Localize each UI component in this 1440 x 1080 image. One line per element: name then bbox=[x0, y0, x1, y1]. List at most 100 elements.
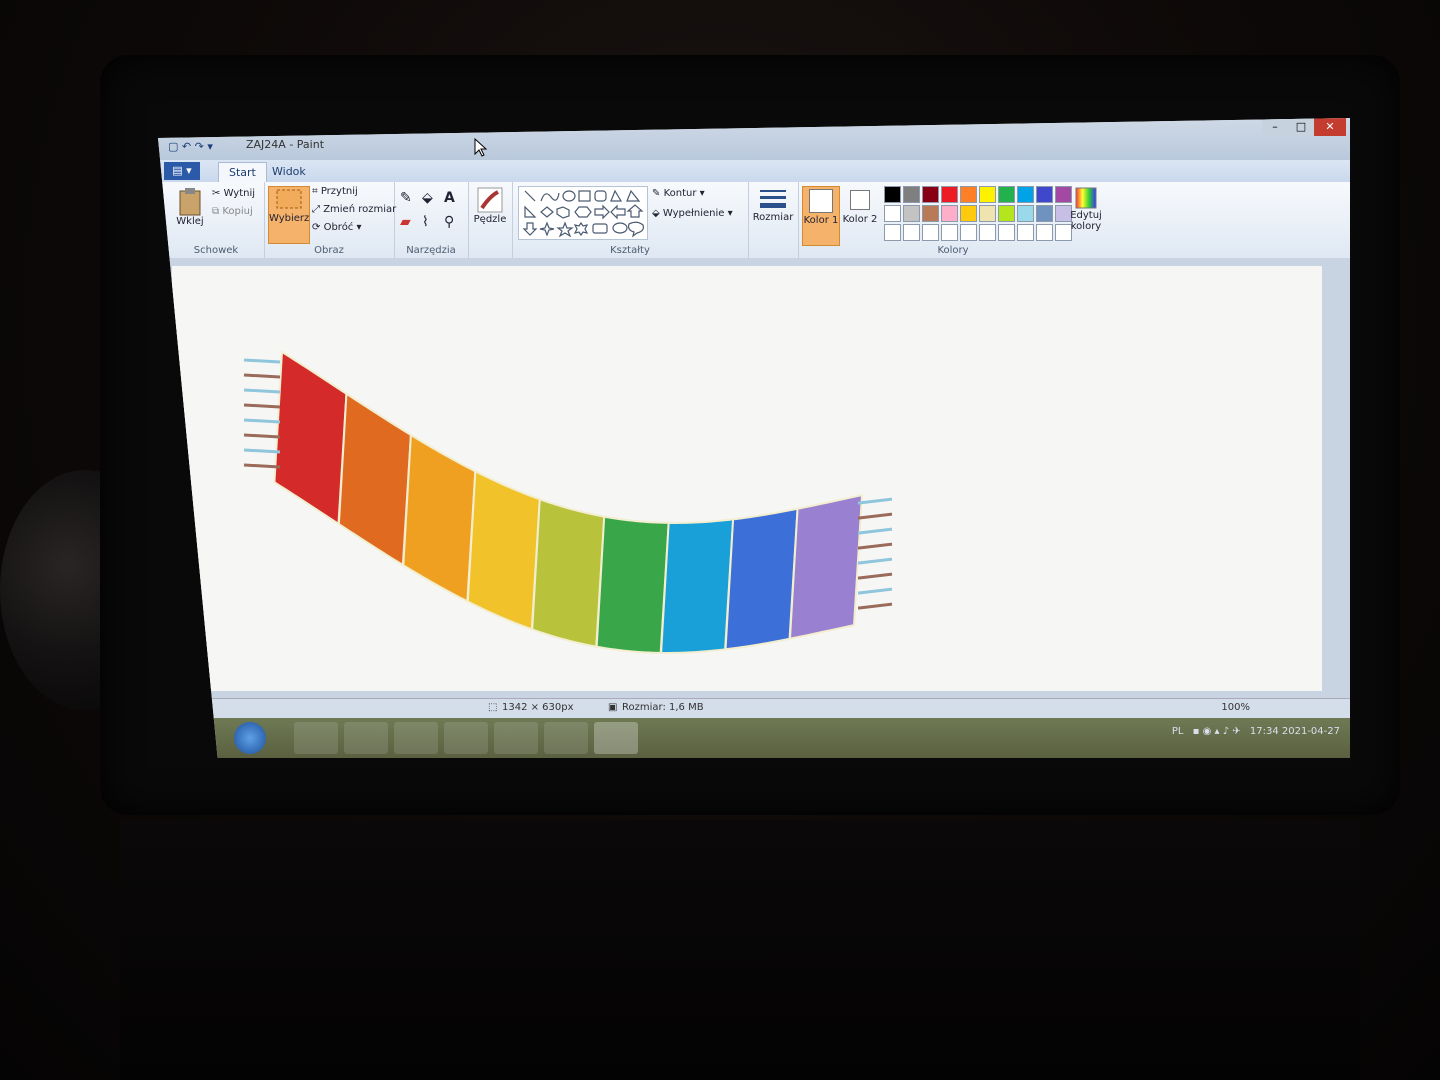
explorer-icon[interactable] bbox=[344, 722, 388, 754]
rotate-button[interactable]: ⟳ Obróć ▾ bbox=[312, 222, 362, 233]
text-button[interactable]: A bbox=[444, 190, 455, 206]
magnifier-button[interactable]: ⚲ bbox=[444, 214, 454, 230]
fringe-left bbox=[243, 433, 281, 439]
start-button[interactable] bbox=[234, 722, 266, 754]
fringe-right bbox=[857, 497, 893, 505]
clipboard-group-label: Schowek bbox=[193, 245, 239, 256]
status-bar: ⬚ 1342 × 630px ▣ Rozmiar: 1,6 MB 100% bbox=[158, 698, 1350, 719]
paste-label: Wklej bbox=[176, 216, 204, 227]
color-swatch[interactable] bbox=[884, 186, 901, 203]
color-swatch[interactable] bbox=[979, 224, 996, 241]
app-icon[interactable] bbox=[494, 722, 538, 754]
color-swatch[interactable] bbox=[922, 205, 939, 222]
line-width-icon bbox=[760, 190, 786, 208]
fringe-left bbox=[243, 388, 281, 394]
color-swatch[interactable] bbox=[941, 224, 958, 241]
color-swatch[interactable] bbox=[1036, 224, 1053, 241]
scarf-stripe bbox=[595, 515, 670, 654]
color-picker-button[interactable]: ⌇ bbox=[422, 214, 429, 230]
quick-access-toolbar[interactable]: ▢ ↶ ↷ ▾ bbox=[168, 140, 213, 153]
folder-icon[interactable] bbox=[544, 722, 588, 754]
color-swatch[interactable] bbox=[998, 186, 1015, 203]
brushes-button[interactable]: Pędzle bbox=[472, 186, 508, 225]
scarf-stripe bbox=[531, 497, 606, 648]
copy-button[interactable]: ⧉ Kopiuj bbox=[212, 206, 253, 217]
color-swatch[interactable] bbox=[998, 205, 1015, 222]
clock-date[interactable]: 2021-04-27 bbox=[1282, 726, 1340, 737]
color-swatch[interactable] bbox=[903, 205, 920, 222]
crop-button[interactable]: ⌗ Przytnij bbox=[312, 186, 358, 197]
color-swatch[interactable] bbox=[960, 186, 977, 203]
tab-view[interactable]: Widok bbox=[262, 162, 316, 182]
color-swatch[interactable] bbox=[941, 205, 958, 222]
color-swatch[interactable] bbox=[998, 224, 1015, 241]
color-swatch[interactable] bbox=[884, 205, 901, 222]
pencil-button[interactable]: ✎ bbox=[400, 190, 412, 206]
tab-start[interactable]: Start bbox=[218, 162, 267, 183]
drawing-canvas[interactable] bbox=[172, 266, 1322, 691]
maximize-button[interactable]: □ bbox=[1288, 118, 1314, 136]
file-menu-button[interactable]: ▤ ▾ bbox=[164, 162, 200, 180]
outline-label: Kontur ▾ bbox=[663, 188, 705, 199]
media-player-icon[interactable] bbox=[294, 722, 338, 754]
color-swatch[interactable] bbox=[979, 205, 996, 222]
edit-colors-button[interactable]: Edytuj kolory bbox=[1066, 186, 1106, 232]
shapes-gallery[interactable] bbox=[518, 186, 648, 240]
close-button[interactable]: ✕ bbox=[1314, 118, 1346, 136]
ie-browser-icon[interactable] bbox=[394, 722, 438, 754]
select-icon bbox=[276, 189, 302, 209]
color-swatch[interactable] bbox=[1036, 205, 1053, 222]
fringe-left bbox=[243, 418, 281, 424]
color-palette bbox=[884, 186, 1084, 246]
color-swatch[interactable] bbox=[903, 186, 920, 203]
resize-button[interactable]: ⤢ Zmień rozmiar bbox=[312, 204, 396, 215]
color-swatch[interactable] bbox=[884, 224, 901, 241]
color-swatch[interactable] bbox=[922, 186, 939, 203]
clipboard-icon bbox=[179, 188, 201, 216]
color2-label: Kolor 2 bbox=[842, 214, 878, 225]
file-size: Rozmiar: 1,6 MB bbox=[622, 702, 704, 713]
clock-time[interactable]: 17:34 bbox=[1250, 726, 1279, 737]
size-button[interactable]: Rozmiar bbox=[752, 186, 794, 223]
tools-group: ✎ ⬙ A ▰ ⌇ ⚲ Narzędzia bbox=[394, 182, 469, 258]
paint-taskbar-icon[interactable] bbox=[594, 722, 638, 754]
color-swatch[interactable] bbox=[1017, 224, 1034, 241]
edit-colors-label: Edytuj kolory bbox=[1070, 210, 1102, 232]
ribbon: Wklej ✂ Wytnij ⧉ Kopiuj Schowek Wybierz … bbox=[158, 182, 1350, 259]
image-dimensions: 1342 × 630px bbox=[502, 702, 574, 713]
language-indicator[interactable]: PL bbox=[1172, 726, 1184, 737]
size-group: Rozmiar bbox=[748, 182, 799, 258]
eraser-button[interactable]: ▰ bbox=[400, 214, 411, 230]
color-swatch[interactable] bbox=[1036, 186, 1053, 203]
color-swatch[interactable] bbox=[922, 224, 939, 241]
color-swatch[interactable] bbox=[1017, 205, 1034, 222]
shapes-icons bbox=[522, 189, 644, 238]
fill-shape-button[interactable]: ⬙ Wypełnienie ▾ bbox=[652, 208, 733, 219]
tray-icons[interactable]: ▪ ◉ ▴ ♪ ✈ bbox=[1193, 726, 1241, 737]
system-tray: PL ▪ ◉ ▴ ♪ ✈ 17:34 2021-04-27 bbox=[1172, 726, 1340, 737]
mouse-cursor-icon bbox=[474, 138, 488, 157]
fill-button[interactable]: ⬙ bbox=[422, 190, 433, 206]
brush-icon bbox=[477, 187, 503, 213]
image-group-label: Obraz bbox=[314, 245, 344, 256]
fringe-right bbox=[857, 587, 893, 595]
color-swatch[interactable] bbox=[979, 186, 996, 203]
outline-button[interactable]: ✎ Kontur ▾ bbox=[652, 188, 705, 199]
color-swatch[interactable] bbox=[903, 224, 920, 241]
rotate-icon: ⟳ bbox=[312, 222, 321, 233]
chrome-icon[interactable] bbox=[444, 722, 488, 754]
select-button[interactable]: Wybierz bbox=[268, 186, 310, 244]
cut-label: Wytnij bbox=[223, 188, 256, 199]
minimize-button[interactable]: – bbox=[1262, 118, 1288, 136]
color-swatch[interactable] bbox=[960, 224, 977, 241]
color-swatch[interactable] bbox=[1017, 186, 1034, 203]
color1-button[interactable]: Kolor 1 bbox=[802, 186, 840, 246]
color2-button[interactable]: Kolor 2 bbox=[842, 186, 878, 225]
paste-button[interactable]: Wklej bbox=[172, 186, 208, 227]
color-swatch[interactable] bbox=[941, 186, 958, 203]
ribbon-tabs: ▤ ▾ Start Widok bbox=[158, 160, 1350, 183]
canvas-area bbox=[158, 258, 1350, 698]
color-swatch[interactable] bbox=[960, 205, 977, 222]
cut-button[interactable]: ✂ Wytnij bbox=[212, 188, 255, 199]
crop-label: Przytnij bbox=[320, 186, 358, 197]
